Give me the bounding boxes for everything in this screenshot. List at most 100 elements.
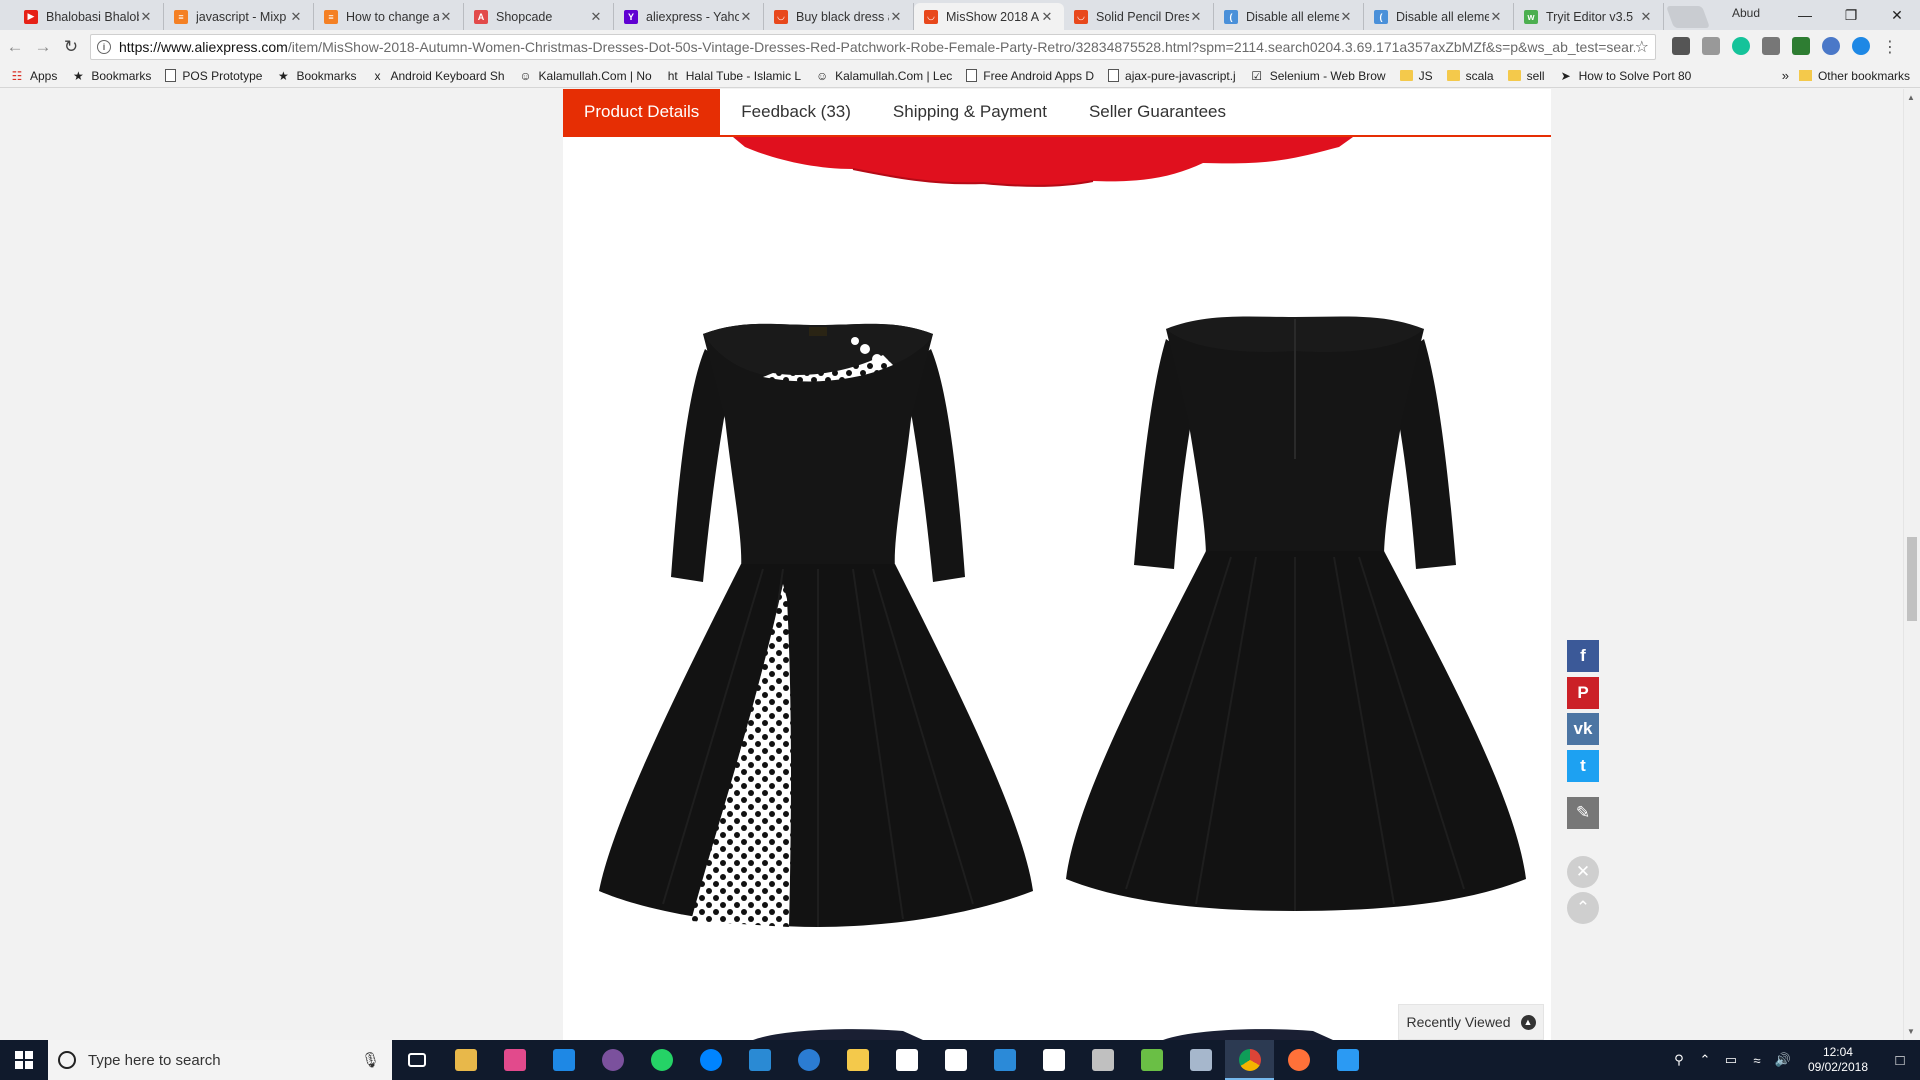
taskbar-search[interactable]: Type here to search 🎙: [48, 1040, 392, 1080]
taskbar-viber-button[interactable]: [588, 1040, 637, 1080]
bookmark-item[interactable]: ajax-pure-javascript.j: [1108, 69, 1236, 83]
battery-icon[interactable]: ▭: [1720, 1052, 1742, 1068]
bookmark-item[interactable]: x Android Keyboard Sh: [370, 69, 504, 83]
browser-tab[interactable]: ◡ MisShow 2018 A ✕: [914, 3, 1064, 30]
bookmark-item[interactable]: ☷ Apps: [10, 69, 58, 83]
volume-icon[interactable]: 🔊: [1772, 1052, 1794, 1068]
taskbar-edge-button[interactable]: [539, 1040, 588, 1080]
bookmark-star-icon[interactable]: ☆: [1635, 37, 1649, 57]
taskbar-whatsapp-button[interactable]: [637, 1040, 686, 1080]
bookmark-item[interactable]: ☺ Kalamullah.Com | Lec: [815, 69, 952, 83]
extension-pdf-icon[interactable]: [1702, 37, 1720, 55]
tab-close-icon[interactable]: ✕: [1040, 9, 1054, 25]
scroll-up-arrow-icon[interactable]: ▲: [1907, 93, 1915, 102]
tab-close-icon[interactable]: ✕: [439, 9, 453, 25]
bookmark-item[interactable]: ht Halal Tube - Islamic L: [666, 69, 801, 83]
site-info-icon[interactable]: i: [97, 40, 111, 54]
close-window-button[interactable]: ✕: [1874, 0, 1920, 30]
share-pinterest-button[interactable]: P: [1567, 677, 1599, 709]
back-button[interactable]: ←: [2, 34, 28, 60]
tab-close-icon[interactable]: ✕: [1639, 9, 1653, 25]
tab-close-icon[interactable]: ✕: [139, 9, 153, 25]
browser-tab[interactable]: A Shopcade ✕: [464, 3, 614, 30]
taskbar-vscode-button[interactable]: [1323, 1040, 1372, 1080]
action-center-icon[interactable]: □: [1880, 1040, 1920, 1080]
taskbar-calculator-button[interactable]: [1029, 1040, 1078, 1080]
taskbar-firefox-button[interactable]: [1274, 1040, 1323, 1080]
bookmark-item[interactable]: ★ Bookmarks: [71, 69, 151, 83]
back-to-top-button[interactable]: ⌃: [1567, 892, 1599, 924]
browser-tab[interactable]: (Disable all eleme ✕: [1364, 3, 1514, 30]
profile-name[interactable]: Abud: [1732, 6, 1760, 20]
tab-close-icon[interactable]: ✕: [889, 9, 903, 25]
taskbar-app-blue-button[interactable]: [735, 1040, 784, 1080]
bookmark-item[interactable]: JS: [1399, 69, 1433, 83]
taskbar-remote-button[interactable]: [1176, 1040, 1225, 1080]
browser-tab[interactable]: ≡ How to change a ✕: [314, 3, 464, 30]
minimize-button[interactable]: —: [1782, 0, 1828, 30]
reload-button[interactable]: ↻: [58, 34, 84, 60]
taskbar-mail-button[interactable]: [931, 1040, 980, 1080]
microphone-icon[interactable]: 🎙: [361, 1051, 380, 1069]
taskbar-notepad-button[interactable]: [1127, 1040, 1176, 1080]
people-icon[interactable]: ⚲: [1668, 1052, 1690, 1068]
wifi-icon[interactable]: ≈: [1746, 1053, 1768, 1068]
extension-globe-icon[interactable]: [1822, 37, 1840, 55]
start-button[interactable]: [0, 1040, 48, 1080]
browser-tab[interactable]: ◡ Buy black dress a ✕: [764, 3, 914, 30]
tab-seller-guarantees[interactable]: Seller Guarantees: [1068, 89, 1247, 135]
tab-shipping-payment[interactable]: Shipping & Payment: [872, 89, 1068, 135]
extension-download-icon[interactable]: [1792, 37, 1810, 55]
taskbar-file-store-button[interactable]: [441, 1040, 490, 1080]
extension-shield-icon[interactable]: [1672, 37, 1690, 55]
bookmark-item[interactable]: Free Android Apps D: [966, 69, 1094, 83]
show-hidden-icons-icon[interactable]: ⌃: [1694, 1052, 1716, 1068]
browser-tab[interactable]: Yaliexpress - Yaho ✕: [614, 3, 764, 30]
extension-screen-icon[interactable]: [1762, 37, 1780, 55]
tab-product-details[interactable]: Product Details: [563, 89, 721, 135]
share-vk-button[interactable]: vk: [1567, 713, 1599, 745]
tab-close-icon[interactable]: ✕: [1189, 9, 1203, 25]
tab-close-icon[interactable]: ✕: [289, 9, 303, 25]
restore-button[interactable]: ❐: [1828, 0, 1874, 30]
share-twitter-button[interactable]: t: [1567, 750, 1599, 782]
browser-tab[interactable]: (Disable all eleme ✕: [1214, 3, 1364, 30]
bookmark-item[interactable]: POS Prototype: [165, 69, 262, 83]
taskbar-explorer-button[interactable]: [833, 1040, 882, 1080]
page-scrollbar[interactable]: ▲ ▼: [1903, 89, 1920, 1040]
forward-button[interactable]: →: [30, 34, 56, 60]
taskbar-cloud-button[interactable]: [784, 1040, 833, 1080]
taskbar-messenger-button[interactable]: [686, 1040, 735, 1080]
bookmarks-overflow-button[interactable]: »: [1782, 68, 1789, 83]
bookmark-item[interactable]: ★ Bookmarks: [276, 69, 356, 83]
taskbar-store-button[interactable]: [980, 1040, 1029, 1080]
tab-close-icon[interactable]: ✕: [1489, 9, 1503, 25]
menu-kebab-icon[interactable]: ⋮: [1882, 37, 1898, 57]
taskbar-settings-button[interactable]: [882, 1040, 931, 1080]
browser-tab[interactable]: ◡ Solid Pencil Dres ✕: [1064, 3, 1214, 30]
bookmark-item[interactable]: ☑ Selenium - Web Brow: [1250, 69, 1385, 83]
tab-close-icon[interactable]: ✕: [739, 9, 753, 25]
taskbar-paint-button[interactable]: [490, 1040, 539, 1080]
browser-tab[interactable]: w Tryit Editor v3.5 ✕: [1514, 3, 1664, 30]
share-edit-button[interactable]: ✎: [1567, 797, 1599, 829]
other-bookmarks-folder[interactable]: Other bookmarks: [1798, 69, 1910, 83]
tab-close-icon[interactable]: ✕: [589, 9, 603, 25]
tab-feedback-33[interactable]: Feedback (33): [720, 89, 872, 135]
grammarly-icon[interactable]: [1732, 37, 1750, 55]
tab-close-icon[interactable]: ✕: [1339, 9, 1353, 25]
extension-search-icon[interactable]: [1852, 37, 1870, 55]
new-tab-button[interactable]: [1665, 6, 1711, 28]
browser-tab[interactable]: ▶ Bhalobasi Bhalob ✕: [14, 3, 164, 30]
url-text[interactable]: https://www.aliexpress.com/item/MisShow-…: [119, 39, 1635, 55]
close-share-button[interactable]: ✕: [1567, 856, 1599, 888]
scroll-down-arrow-icon[interactable]: ▼: [1907, 1027, 1915, 1036]
scrollbar-thumb[interactable]: [1907, 537, 1917, 621]
bookmark-item[interactable]: ➤ How to Solve Port 80: [1559, 69, 1692, 83]
address-bar[interactable]: i https://www.aliexpress.com/item/MisSho…: [90, 34, 1656, 60]
taskbar-vm-button[interactable]: [1078, 1040, 1127, 1080]
share-facebook-button[interactable]: f: [1567, 640, 1599, 672]
taskbar-chrome-button[interactable]: [1225, 1040, 1274, 1080]
browser-tab[interactable]: ≡ javascript - Mixp ✕: [164, 3, 314, 30]
bookmark-item[interactable]: ☺ Kalamullah.Com | No: [519, 69, 651, 83]
